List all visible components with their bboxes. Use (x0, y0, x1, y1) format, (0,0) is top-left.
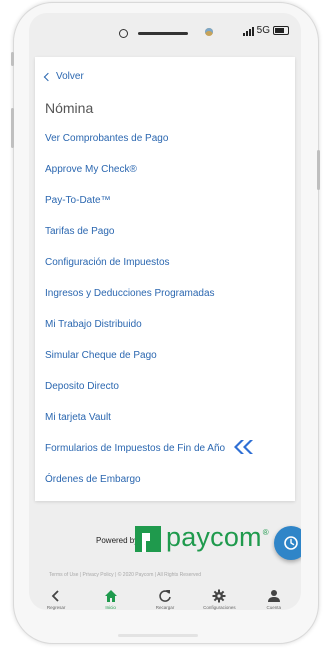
clock-icon (284, 536, 298, 550)
back-label: Volver (56, 71, 84, 82)
volume-button (11, 52, 14, 66)
nav-account[interactable]: Cuenta (249, 579, 299, 610)
menu-item-pay-stubs[interactable]: Ver Comprobantes de Pago (45, 133, 253, 164)
nav-back[interactable]: Regresar (31, 579, 81, 610)
menu-item-vault-card[interactable]: Mi tarjeta Vault (45, 412, 253, 443)
menu-item-distributed-work[interactable]: Mi Trabajo Distribuido (45, 319, 253, 350)
menu-item-simulate-check[interactable]: Simular Cheque de Pago (45, 350, 253, 381)
paycom-logo-icon (135, 526, 161, 552)
signal-icon (242, 26, 254, 36)
menu-item-garnishment-orders[interactable]: Órdenes de Embargo (45, 474, 253, 505)
double-chevron-left-icon (234, 440, 254, 454)
battery-icon (273, 26, 289, 35)
nav-home[interactable]: Inicio (86, 579, 136, 610)
status-indicators: 5G (242, 25, 289, 36)
menu-item-year-end-tax-forms[interactable]: Formularios de Impuestos de Fin de Año (45, 440, 254, 474)
app-screen: 5G Volver Nómina Ver Comprobantes de Pag… (29, 13, 301, 610)
power-button (317, 150, 320, 190)
home-icon (104, 590, 117, 602)
camera-icon (205, 28, 213, 36)
menu-item-approve-my-check[interactable]: Approve My Check® (45, 164, 253, 195)
home-indicator (118, 634, 198, 637)
person-icon (267, 590, 280, 602)
brand-name: paycom® (166, 522, 269, 552)
menu-item-pay-to-date[interactable]: Pay-To-Date™ (45, 195, 253, 226)
menu-item-pay-rates[interactable]: Tarifas de Pago (45, 226, 253, 257)
page-title: Nómina (45, 100, 94, 116)
payroll-menu: Ver Comprobantes de Pago Approve My Chec… (45, 133, 254, 505)
refresh-icon (159, 590, 171, 602)
sensor-icon (119, 29, 128, 38)
volume-button (11, 108, 14, 148)
network-label: 5G (256, 25, 270, 36)
chevron-left-icon (51, 590, 59, 602)
powered-by-label: Powered by (96, 536, 139, 545)
nav-settings[interactable]: Configuraciones (194, 579, 244, 610)
gear-icon (212, 589, 226, 603)
chevron-left-icon (43, 72, 53, 82)
menu-item-direct-deposit[interactable]: Deposito Directo (45, 381, 253, 412)
menu-item-scheduled-earnings[interactable]: Ingresos y Deducciones Programadas (45, 288, 253, 319)
notch (119, 25, 215, 41)
nav-reload[interactable]: Recargar (140, 579, 190, 610)
speaker-grille (138, 32, 188, 35)
status-bar: 5G (29, 13, 301, 53)
menu-item-tax-settings[interactable]: Configuración de Impuestos (45, 257, 253, 288)
back-link[interactable]: Volver (43, 71, 84, 82)
clock-button[interactable] (274, 526, 301, 560)
bottom-navigation: Regresar Inicio Recargar Configuraciones… (29, 579, 301, 610)
payroll-menu-card: Volver Nómina Ver Comprobantes de Pago A… (35, 57, 295, 501)
